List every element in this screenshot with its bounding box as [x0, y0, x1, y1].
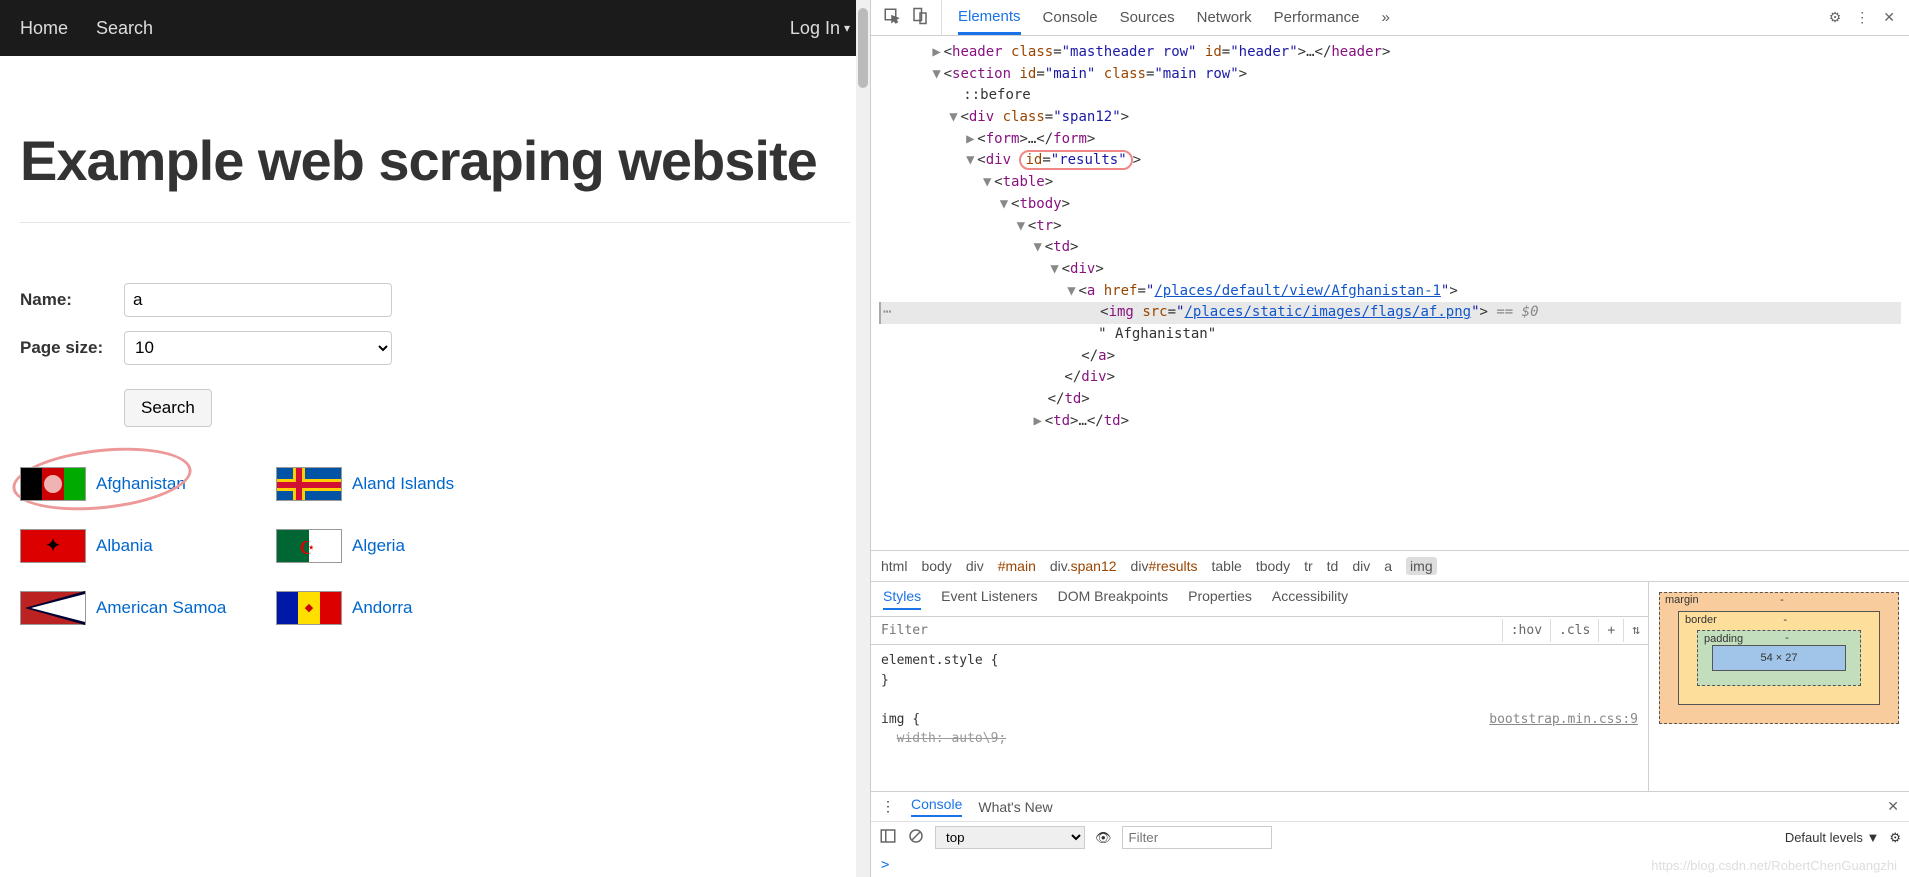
context-select[interactable]: top: [935, 826, 1085, 849]
devtools-toolbar: Elements Console Sources Network Perform…: [871, 0, 1909, 36]
console-filter-input[interactable]: [1122, 826, 1272, 849]
nav-search[interactable]: Search: [96, 18, 153, 39]
results-grid: Afghanistan Aland Islands ✦ Albania ☪ Al…: [20, 467, 850, 625]
tab-more[interactable]: »: [1382, 0, 1390, 35]
country-item: Aland Islands: [276, 467, 516, 501]
subtab-listeners[interactable]: Event Listeners: [941, 588, 1038, 610]
country-link[interactable]: American Samoa: [96, 598, 226, 618]
pagesize-label: Page size:: [20, 338, 124, 358]
breadcrumb[interactable]: html body div #main div.span12 div#resul…: [871, 550, 1909, 581]
gear-icon[interactable]: ⚙: [1829, 9, 1842, 26]
watermark: https://blog.csdn.net/RobertChenGuangzhi: [1651, 858, 1897, 873]
country-item: ◆ Andorra: [276, 591, 516, 625]
flag-icon: ✦: [20, 529, 86, 563]
flag-icon: ☪: [276, 529, 342, 563]
country-item: ✦ Albania: [20, 529, 260, 563]
tab-sources[interactable]: Sources: [1120, 0, 1175, 35]
scrollbar[interactable]: [856, 0, 870, 877]
name-label: Name:: [20, 290, 124, 310]
pagesize-select[interactable]: 10: [124, 331, 392, 365]
name-input[interactable]: [124, 283, 392, 317]
chevron-down-icon: ▾: [844, 21, 850, 35]
country-link[interactable]: Andorra: [352, 598, 412, 618]
styles-menu-icon[interactable]: ⇅: [1623, 619, 1648, 642]
flag-icon: [20, 591, 86, 625]
nav-home[interactable]: Home: [20, 18, 68, 39]
console-sidebar-icon[interactable]: [879, 827, 897, 848]
inspect-icon[interactable]: [883, 7, 901, 28]
tab-console[interactable]: Console: [1043, 0, 1098, 35]
country-item: Afghanistan: [20, 467, 260, 501]
clear-console-icon[interactable]: [907, 827, 925, 848]
styles-pane: Styles Event Listeners DOM Breakpoints P…: [871, 582, 1649, 791]
elements-tree[interactable]: ▶<header class="mastheader row" id="head…: [871, 36, 1909, 550]
styles-rules[interactable]: element.style { } img {bootstrap.min.css…: [871, 645, 1648, 791]
box-model: margin- border- padding- 54 × 27: [1649, 582, 1909, 791]
tab-network[interactable]: Network: [1197, 0, 1252, 35]
subtab-props[interactable]: Properties: [1188, 588, 1252, 610]
drawer-tabs: ⋮ Console What's New ✕: [871, 791, 1909, 821]
cls-toggle[interactable]: .cls: [1550, 619, 1598, 642]
country-item: American Samoa: [20, 591, 260, 625]
tab-performance[interactable]: Performance: [1274, 0, 1360, 35]
nav-login[interactable]: Log In▾: [790, 18, 850, 39]
log-levels-select[interactable]: Default levels ▼: [1785, 830, 1880, 845]
drawer-tab-whatsnew[interactable]: What's New: [978, 799, 1052, 815]
flag-icon: [20, 467, 86, 501]
divider: [20, 222, 850, 223]
console-settings-icon[interactable]: ⚙: [1889, 830, 1901, 846]
device-icon[interactable]: [911, 7, 929, 28]
subtab-dom-bp[interactable]: DOM Breakpoints: [1058, 588, 1168, 610]
flag-icon: [276, 467, 342, 501]
eye-icon[interactable]: 👁: [1095, 830, 1112, 846]
search-button[interactable]: Search: [124, 389, 212, 427]
country-link[interactable]: Albania: [96, 536, 153, 556]
country-link[interactable]: Aland Islands: [352, 474, 454, 494]
country-link[interactable]: Algeria: [352, 536, 405, 556]
close-drawer-icon[interactable]: ✕: [1887, 798, 1899, 815]
country-link[interactable]: Afghanistan: [96, 474, 186, 494]
hov-toggle[interactable]: :hov: [1502, 619, 1550, 642]
close-icon[interactable]: ✕: [1883, 9, 1895, 26]
styles-filter-input[interactable]: [871, 617, 1502, 644]
drawer-tab-console[interactable]: Console: [911, 796, 962, 817]
website-panel: Home Search Log In▾ Example web scraping…: [0, 0, 870, 877]
tab-elements[interactable]: Elements: [958, 0, 1021, 35]
drawer-menu-icon[interactable]: ⋮: [881, 798, 895, 815]
console-toolbar: top 👁 Default levels ▼ ⚙: [871, 821, 1909, 853]
navbar: Home Search Log In▾: [0, 0, 870, 56]
add-rule-button[interactable]: +: [1598, 619, 1623, 642]
subtab-styles[interactable]: Styles: [883, 588, 921, 610]
country-item: ☪ Algeria: [276, 529, 516, 563]
page-title: Example web scraping website: [20, 130, 850, 192]
kebab-icon[interactable]: ⋮: [1855, 9, 1869, 26]
subtab-a11y[interactable]: Accessibility: [1272, 588, 1348, 610]
flag-icon: ◆: [276, 591, 342, 625]
devtools-panel: Elements Console Sources Network Perform…: [870, 0, 1909, 877]
